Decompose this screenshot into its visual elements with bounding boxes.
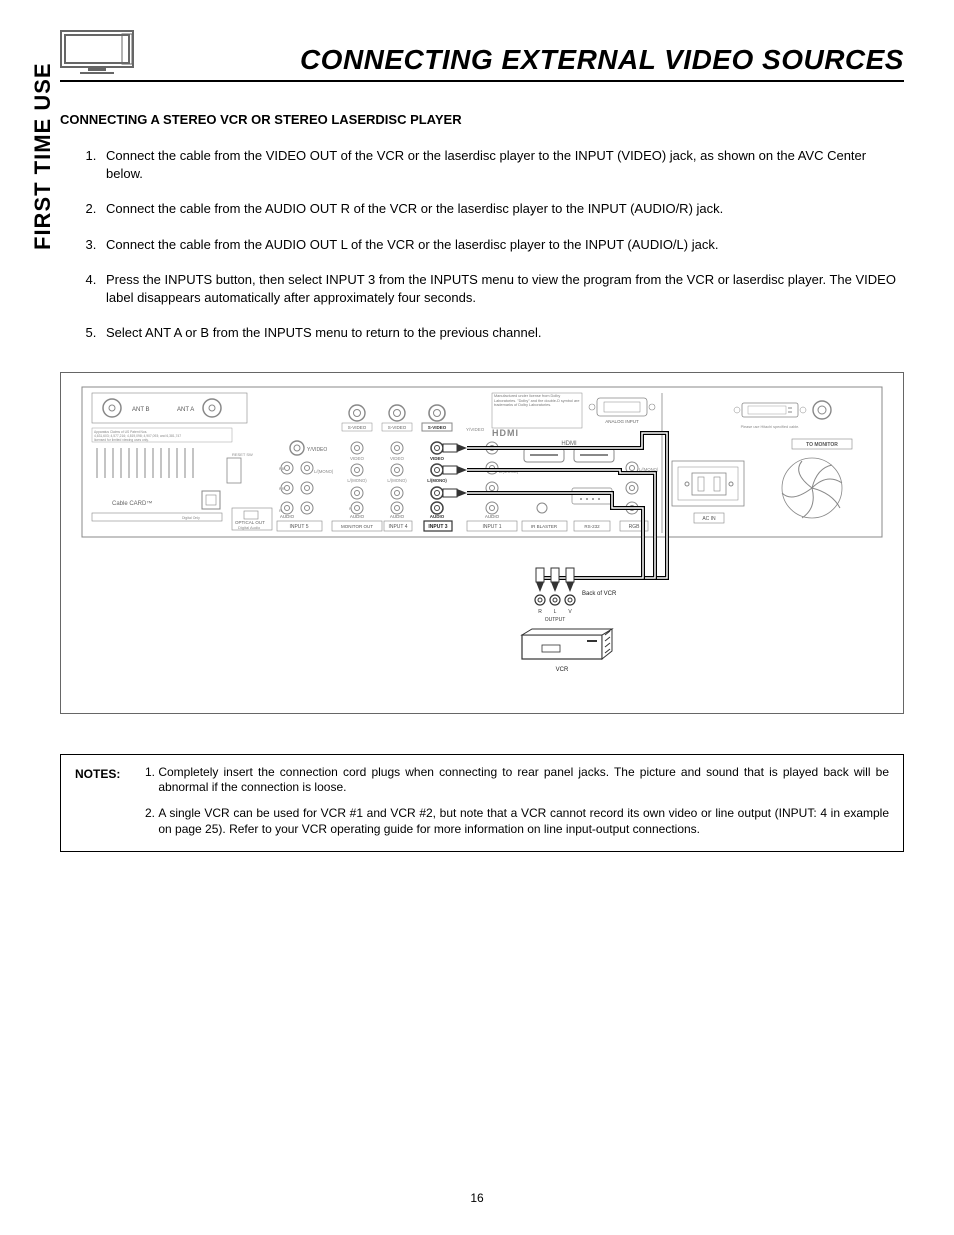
svg-text:VIDEO: VIDEO [390, 456, 405, 461]
label-hdmi-brand: HDMI [492, 428, 519, 438]
svg-text:PR: PR [279, 486, 285, 491]
page: CONNECTING EXTERNAL VIDEO SOURCES FIRST … [0, 0, 954, 1235]
svg-text:AUDIO: AUDIO [485, 514, 500, 519]
svg-text:AUDIO: AUDIO [390, 514, 405, 519]
section-heading: CONNECTING A STEREO VCR OR STEREO LASERD… [60, 112, 904, 127]
list-item: A single VCR can be used for VCR #1 and … [158, 806, 889, 837]
label-analog-input: ANALOG INPUT [605, 419, 639, 424]
svg-text:AUDIO: AUDIO [280, 514, 295, 519]
connection-diagram: ANT B ANT A Apparatus Claims of US Paten… [60, 372, 904, 714]
svg-text:S-VIDEO: S-VIDEO [348, 425, 367, 430]
page-number: 16 [0, 1191, 954, 1205]
label-antb: ANT B [132, 407, 150, 413]
label-input5: INPUT 5 [289, 524, 308, 530]
side-section-label: FIRST TIME USE [30, 62, 56, 250]
label-input3: INPUT 3 [428, 524, 447, 530]
label-output: OUTPUT [545, 617, 566, 623]
svg-text:S-VIDEO: S-VIDEO [428, 425, 447, 430]
list-item: Connect the cable from the AUDIO OUT R o… [100, 200, 904, 218]
label-rs232: RS-232 [584, 524, 600, 529]
svg-text:L/(MONO): L/(MONO) [347, 478, 367, 483]
svg-text:L/(MONO): L/(MONO) [387, 478, 407, 483]
label-monitorout: MONITOR OUT [341, 524, 373, 529]
svg-text:S-VIDEO: S-VIDEO [388, 425, 407, 430]
list-item: Connect the cable from the VIDEO OUT of … [100, 147, 904, 182]
label-rgb: RGB [629, 524, 641, 530]
header: CONNECTING EXTERNAL VIDEO SOURCES [60, 30, 904, 82]
svg-text:Digital Only: Digital Only [182, 516, 200, 520]
label-irblaster: IR BLASTER [531, 524, 558, 529]
svg-text:L/(MONO): L/(MONO) [427, 478, 447, 483]
list-item: Completely insert the connection cord pl… [158, 765, 889, 796]
notes-label: NOTES: [75, 765, 120, 837]
svg-text:RESET SW: RESET SW [232, 452, 253, 457]
svg-text:PB: PB [279, 466, 285, 471]
label-vcr: VCR [556, 667, 569, 673]
label-vcr-v: V [568, 609, 572, 615]
svg-text:R: R [279, 508, 282, 513]
svg-text:AUDIO: AUDIO [350, 514, 365, 519]
content-area: CONNECTING A STEREO VCR OR STEREO LASERD… [60, 112, 904, 852]
label-ac-in: AC IN [702, 516, 716, 522]
list-item: Select ANT A or B from the INPUTS menu t… [100, 324, 904, 342]
tv-icon [60, 30, 140, 76]
steps-list: Connect the cable from the VIDEO OUT of … [60, 147, 904, 342]
svg-text:Y/VIDEO: Y/VIDEO [466, 427, 485, 432]
list-item: Connect the cable from the AUDIO OUT L o… [100, 236, 904, 254]
label-digitalaudio: Digital Audio [238, 525, 261, 530]
label-to-monitor: TO MONITOR [806, 442, 838, 448]
label-back-of-vcr-1: Back of VCR [582, 591, 617, 597]
svg-text:licensed for limited viewing u: licensed for limited viewing uses only. [94, 438, 149, 442]
label-cablecard: Cable CARD™ [112, 500, 152, 507]
label-dolby: Manufactured under license from Dolby La… [494, 394, 580, 408]
label-input1: INPUT 1 [482, 524, 501, 530]
svg-text:AUDIO: AUDIO [430, 514, 445, 519]
vcr-device-icon [522, 629, 612, 659]
label-hitachi-cable: Please use Hitachi specified cable. [741, 425, 800, 429]
svg-text:VIDEO: VIDEO [430, 456, 445, 461]
svg-text:L/(MONO): L/(MONO) [314, 469, 334, 474]
list-item: Press the INPUTS button, then select INP… [100, 271, 904, 306]
svg-text:Y/VIDEO: Y/VIDEO [307, 447, 327, 453]
notes-list: Completely insert the connection cord pl… [140, 765, 889, 837]
label-anta: ANT A [177, 407, 194, 413]
label-vcr-l: L [554, 609, 557, 615]
svg-text:VIDEO: VIDEO [350, 456, 365, 461]
notes-box: NOTES: Completely insert the connection … [60, 754, 904, 852]
label-vcr-r: R [538, 609, 542, 615]
page-title: CONNECTING EXTERNAL VIDEO SOURCES [160, 44, 904, 76]
label-input4: INPUT 4 [388, 524, 407, 530]
